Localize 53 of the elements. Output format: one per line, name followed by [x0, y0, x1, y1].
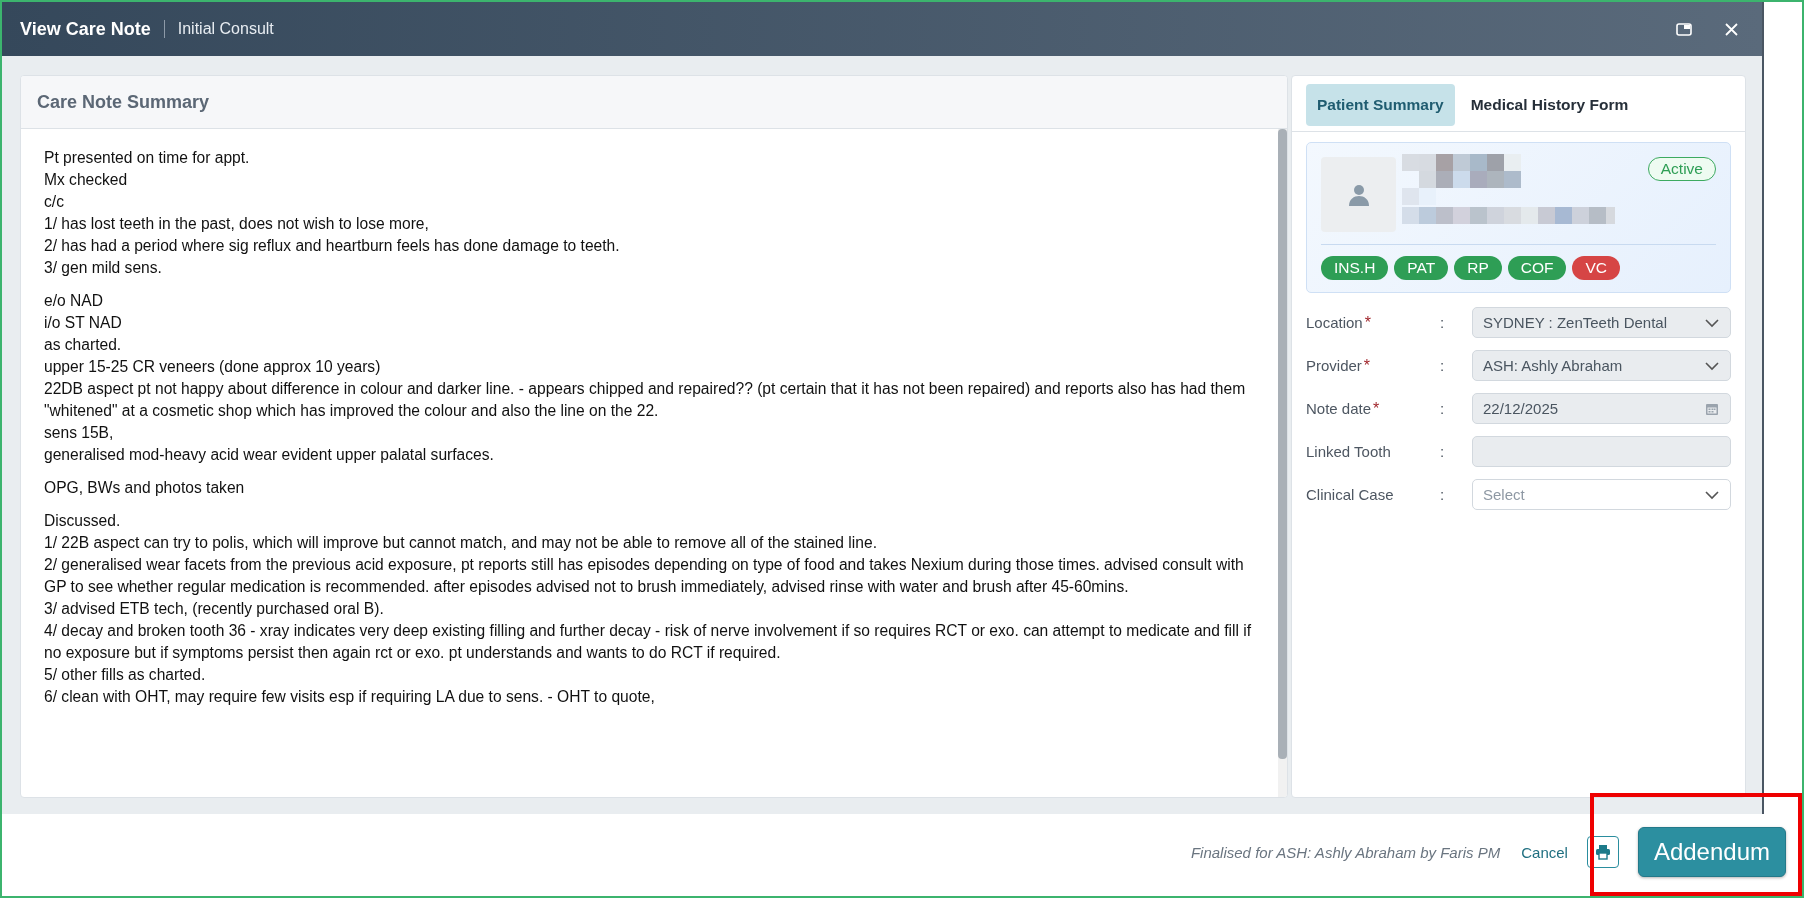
note-line: i/o ST NAD: [44, 313, 122, 333]
patient-tag: VC: [1572, 256, 1620, 280]
field-label: Note date: [1306, 399, 1372, 418]
field-label: Linked Tooth: [1306, 443, 1391, 460]
note-line: 2/ generalised wear facets from the previous acid exposure, pt reports still has episodes depending on type of food and takes Nexium during those times. advised consult with GP to see whether regular medication is recommended. after episodes advised not to brush immediately, advised rinse with water and brush after 45-60mins.: [44, 555, 1245, 597]
window-title: View Care Note: [20, 18, 151, 40]
field-colon: :: [1440, 486, 1446, 503]
cancel-link[interactable]: Cancel: [1521, 843, 1568, 861]
note-line: 2/ has had a period where sig reflux and heartburn feels has done damage to teeth.: [44, 236, 620, 256]
scrollbar-thumb[interactable]: [1278, 129, 1287, 759]
tab[interactable]: Medical History Form: [1460, 84, 1639, 126]
note-line: sens 15B,: [44, 423, 114, 443]
note-line: Mx checked: [44, 170, 128, 190]
patient-tag: INS.H: [1321, 256, 1389, 280]
note-line: 1/ has lost teeth in the past, does not wish to lose more,: [44, 214, 429, 234]
patient-tag: RP: [1454, 256, 1502, 280]
note-line: generalised mod-heavy acid wear evident upper palatal surfaces.: [44, 445, 494, 465]
finalised-text: Finalised for ASH: Ashly Abraham by Faris PM: [1190, 843, 1501, 861]
note-line: 5/ other fills as charted.: [44, 665, 206, 685]
note-line: as charted.: [44, 335, 122, 355]
required-mark: *: [1373, 399, 1380, 418]
required-mark: *: [1364, 313, 1371, 332]
note-line: 1/ 22B aspect can try to polis, which will improve but cannot match, and may not be able to remove all of the stained line.: [44, 533, 877, 553]
field-colon: :: [1440, 400, 1446, 417]
note-line: upper 15-25 CR veneers (done approx 10 years): [44, 357, 381, 377]
required-mark: *: [1363, 356, 1371, 375]
close-icon: [1724, 21, 1740, 37]
field-label: Provider: [1306, 356, 1362, 375]
field-colon: :: [1440, 314, 1446, 331]
field-colon: :: [1440, 357, 1446, 374]
note-line: OPG, BWs and photos taken: [44, 478, 245, 498]
field-label: Clinical Case: [1306, 486, 1394, 503]
window-subtitle: Initial Consult: [177, 20, 274, 38]
addendum-button[interactable]: Addendum: [1637, 827, 1786, 877]
printer-icon: [1594, 844, 1611, 860]
note-line: e/o NAD: [44, 291, 103, 311]
note-line: 4/ decay and broken tooth 36 - xray indicates very deep existing filling and further decay - risk of nerve involvement if so requires RCT or exo. can attempt to medicate and fill if no exposure but if symptoms persist then again rct or exo. pt understands and wants to do RCT if required.: [44, 621, 1253, 663]
window-icon: [1676, 21, 1692, 37]
note-line: 3/ gen mild sens.: [44, 258, 162, 278]
status-badge: Active: [1647, 157, 1716, 181]
note-line: 6/ clean with OHT, may require few visits esp if requiring LA due to sens. - OHT to quote,: [44, 687, 655, 707]
patient-tag: COF: [1507, 256, 1567, 280]
note-line: Pt presented on time for appt.: [44, 148, 250, 168]
field-label: Location: [1306, 313, 1363, 332]
note-line: 22DB aspect pt not happy about difference in colour and darker line. - appears chipped and repaired?? (pt certain that it has not been repaired) and reports also has had them "whitened" at a cosmetic shop which has improved the colour and also the line on the 22.: [44, 379, 1247, 421]
field-colon: :: [1440, 443, 1446, 460]
tab[interactable]: Patient Summary: [1306, 84, 1455, 126]
person-icon: [1346, 182, 1371, 207]
patient-tag: PAT: [1394, 256, 1449, 280]
panel-title: Care Note Summary: [21, 76, 1287, 129]
note-line: Discussed.: [44, 511, 121, 531]
note-line: 3/ advised ETB tech, (recently purchased oral B).: [44, 599, 384, 619]
note-line: c/c: [44, 192, 64, 212]
